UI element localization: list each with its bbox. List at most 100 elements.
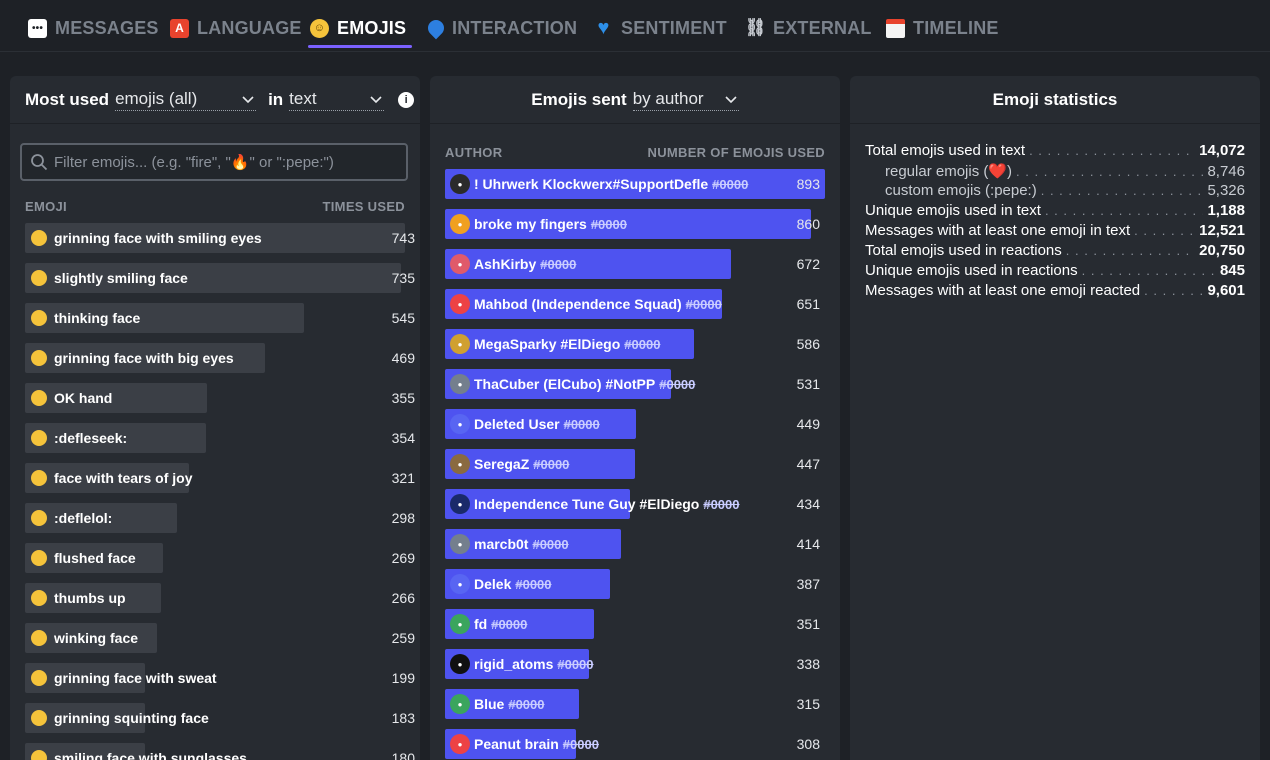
tab-interaction[interactable]: INTERACTION <box>424 12 577 44</box>
emoji-name: grinning face with big eyes <box>54 350 234 366</box>
emoji-row[interactable]: smiling face with sunglasses 180 <box>25 743 415 760</box>
col-header-author: AUTHOR <box>445 145 503 160</box>
author-label: ● marcb0t #0000 <box>450 529 569 559</box>
author-row[interactable]: ● ThaCuber (ElCubo) #NotPP #0000 531 <box>445 369 825 399</box>
emoji-label: face with tears of joy <box>31 463 192 493</box>
emoji-filter-input[interactable] <box>54 153 394 171</box>
emoji-name: grinning face with sweat <box>54 670 217 686</box>
emoji-row[interactable]: face with tears of joy 321 <box>25 463 415 493</box>
author-row[interactable]: ● SeregaZ #0000 447 <box>445 449 825 479</box>
emoji-row[interactable]: thumbs up 266 <box>25 583 415 613</box>
emoji-row[interactable]: flushed face 269 <box>25 543 415 573</box>
tab-emojis[interactable]: ☺ EMOJIS <box>308 12 413 48</box>
author-name: Peanut brain <box>474 736 559 752</box>
tab-messages[interactable]: ••• MESSAGES <box>28 12 159 44</box>
emoji-count-value: 447 <box>796 456 820 472</box>
emoji-name: grinning face with smiling eyes <box>54 230 262 246</box>
tab-label: TIMELINE <box>913 17 999 38</box>
tab-sentiment[interactable]: ♥ SENTIMENT <box>594 12 727 44</box>
author-label: ● Mahbod (Independence Squad) #0000 <box>450 289 722 319</box>
dot-leader: . . . . . . . . . . . . . . . . . . . . … <box>1081 263 1216 278</box>
times-used-value: 355 <box>391 390 415 406</box>
author-label: ● AshKirby #0000 <box>450 249 576 279</box>
emoji-type-select[interactable]: emojis (all) <box>115 89 257 111</box>
emojis-by-author-card: Emojis sent by author AUTHOR NUMBER OF E… <box>430 76 840 760</box>
author-discriminator: #0000 <box>712 176 749 192</box>
emoji-count-value: 315 <box>796 696 820 712</box>
chevron-down-icon <box>370 95 382 103</box>
author-row[interactable]: ● Delek #0000 387 <box>445 569 825 599</box>
emoji-glyph-icon <box>31 630 47 646</box>
emoji-count-value: 351 <box>796 616 820 632</box>
emoji-label: slightly smiling face <box>31 263 188 293</box>
author-label: ● Independence Tune Guy #ElDiego #0000 <box>450 489 740 519</box>
author-name: broke my fingers <box>474 216 587 232</box>
times-used-value: 469 <box>391 350 415 366</box>
author-row[interactable]: ● rigid_atoms #0000 338 <box>445 649 825 679</box>
author-label: ● rigid_atoms #0000 <box>450 649 594 679</box>
emoji-glyph-icon <box>31 310 47 326</box>
emoji-row[interactable]: grinning face with smiling eyes 743 <box>25 223 415 253</box>
emoji-row[interactable]: :deflelol: 298 <box>25 503 415 533</box>
avatar-icon: ● <box>450 574 470 594</box>
emoji-name: grinning squinting face <box>54 710 209 726</box>
author-row[interactable]: ● Blue #0000 315 <box>445 689 825 719</box>
author-row[interactable]: ● broke my fingers #0000 860 <box>445 209 825 239</box>
col-header-emoji: EMOJI <box>25 199 67 214</box>
tab-language[interactable]: A LANGUAGE <box>170 12 302 44</box>
author-discriminator: #0000 <box>491 616 528 632</box>
emoji-label: grinning squinting face <box>31 703 209 733</box>
avatar-icon: ● <box>450 414 470 434</box>
chevron-down-icon <box>242 95 254 103</box>
tab-label: MESSAGES <box>55 17 159 38</box>
stat-value: 5,326 <box>1207 182 1245 199</box>
emoji-name: OK hand <box>54 390 113 406</box>
tab-external[interactable]: ⛓ EXTERNAL <box>744 12 872 44</box>
author-row[interactable]: ● marcb0t #0000 414 <box>445 529 825 559</box>
emoji-glyph-icon <box>31 750 47 760</box>
author-discriminator: #0000 <box>590 216 627 232</box>
emoji-row[interactable]: grinning squinting face 183 <box>25 703 415 733</box>
emoji-label: thumbs up <box>31 583 126 613</box>
tab-label: SENTIMENT <box>621 17 727 38</box>
author-row[interactable]: ●! Uhrwerk Klockwerx#SupportDefle #0000 89… <box>445 169 825 199</box>
group-by-select[interactable]: by author <box>632 88 739 111</box>
times-used-value: 545 <box>391 310 415 326</box>
author-row[interactable]: ● Deleted User #0000 449 <box>445 409 825 439</box>
emoji-label: OK hand <box>31 383 112 413</box>
emoji-row[interactable]: thinking face 545 <box>25 303 415 333</box>
author-row[interactable]: ● Independence Tune Guy #ElDiego #0000 434 <box>445 489 825 519</box>
avatar-icon: ● <box>450 734 470 754</box>
emoji-row[interactable]: slightly smiling face 735 <box>25 263 415 293</box>
author-row[interactable]: ● MegaSparky #ElDiego #0000 586 <box>445 329 825 359</box>
link-icon: ⛓ <box>744 18 767 37</box>
author-name: Independence Tune Guy #ElDiego <box>474 496 700 512</box>
author-discriminator: #0000 <box>562 736 599 752</box>
emoji-count-value: 387 <box>796 576 820 592</box>
author-name: ThaCuber (ElCubo) #NotPP <box>474 376 656 392</box>
tab-timeline[interactable]: TIMELINE <box>886 12 999 44</box>
emoji-glyph-icon <box>31 230 47 246</box>
emoji-name: :defleseek: <box>54 430 128 446</box>
author-row[interactable]: ● fd #0000 351 <box>445 609 825 639</box>
author-row[interactable]: ● Peanut brain #0000 308 <box>445 729 825 759</box>
dot-leader: . . . . . . . . . . . . . . . . . . . . … <box>1144 283 1203 298</box>
author-row[interactable]: ● AshKirby #0000 672 <box>445 249 825 279</box>
emoji-row[interactable]: grinning face with big eyes 469 <box>25 343 415 373</box>
search-icon <box>31 154 48 171</box>
emoji-row[interactable]: OK hand 355 <box>25 383 415 413</box>
stat-row: regular emojis (❤️). . . . . . . . . . .… <box>885 162 1245 182</box>
info-icon[interactable]: i <box>398 91 415 108</box>
author-name: marcb0t <box>474 536 529 552</box>
group-by-value: by author <box>632 88 704 108</box>
author-row[interactable]: ● Mahbod (Independence Squad) #0000 651 <box>445 289 825 319</box>
emoji-row[interactable]: winking face 259 <box>25 623 415 653</box>
stat-label: Total emojis used in reactions <box>865 242 1062 259</box>
times-used-value: 269 <box>391 550 415 566</box>
col-header-emojis-count: NUMBER OF EMOJIS USED <box>647 145 825 160</box>
source-select[interactable]: text <box>289 89 385 111</box>
author-discriminator: #0000 <box>508 696 545 712</box>
emoji-row[interactable]: :defleseek: 354 <box>25 423 415 453</box>
emoji-row[interactable]: grinning face with sweat 199 <box>25 663 415 693</box>
emoji-name: thinking face <box>54 310 141 326</box>
